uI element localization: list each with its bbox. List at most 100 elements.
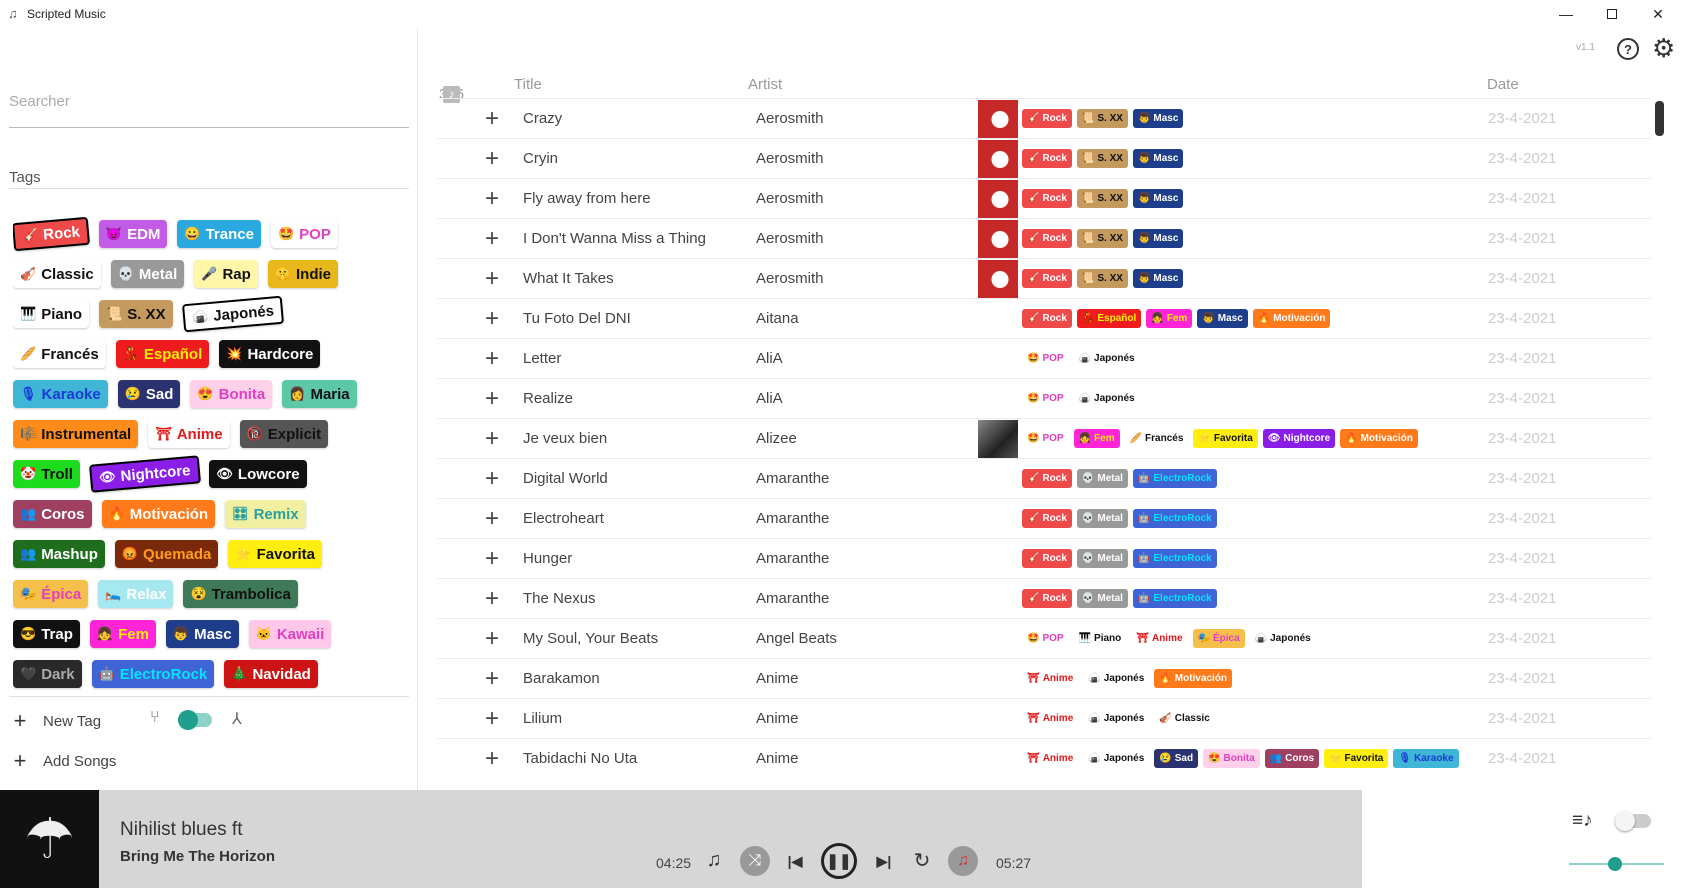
tag-chip[interactable]: 🤖 ElectroRock — [91, 660, 215, 688]
lyrics-icon[interactable]: ♫ — [703, 848, 725, 872]
song-row[interactable]: + Digital World Amaranthe 23-4-2021 🎸 Rock 💀 Me… — [438, 458, 1651, 498]
song-row[interactable]: + Barakamon Anime 23-4-2021 ⛩ Anime 🍙 Japonés 🔥 M… — [438, 658, 1651, 698]
song-tag-chip[interactable]: 🎸 Rock — [1022, 309, 1072, 328]
tag-chip[interactable]: 🎼 Instrumental — [13, 420, 139, 448]
song-tag-chip[interactable]: 🔥 Motivación — [1154, 669, 1232, 688]
tag-chip[interactable]: 🖤 Dark — [13, 660, 82, 688]
tag-chip[interactable]: ⭐ Favorita — [228, 540, 322, 568]
add-songs-button[interactable]: + Add Songs — [11, 748, 117, 774]
add-to-queue-button[interactable]: + — [485, 265, 499, 293]
tag-chip[interactable]: 👦 Masc — [165, 620, 239, 648]
song-tag-chip[interactable]: 🎸 Rock — [1022, 269, 1072, 288]
repeat-button[interactable]: ↻ — [910, 848, 934, 872]
song-tag-chip[interactable]: 🤩 POP — [1022, 349, 1069, 368]
tag-chip[interactable]: 😈 EDM — [98, 220, 168, 248]
song-tag-chip[interactable]: 👦 Masc — [1132, 149, 1184, 168]
volume-slider[interactable] — [1569, 857, 1664, 871]
song-tag-chip[interactable]: 📜 S. XX — [1076, 109, 1128, 128]
song-tag-chip[interactable]: 💀 Metal — [1076, 549, 1128, 568]
tag-chip[interactable]: 🤡 Troll — [13, 460, 80, 488]
tag-chip[interactable]: 😀 Trance — [177, 220, 261, 248]
song-tag-chip[interactable]: ⛩ Anime — [1022, 669, 1079, 688]
song-tag-chip[interactable]: 💀 Metal — [1076, 589, 1128, 608]
song-row[interactable]: + Tabidachi No Uta Anime 23-4-2021 ⛩ Anime 🍙 Ja… — [438, 738, 1651, 778]
song-row[interactable]: + Fly away from here Aerosmith 23-4-2021 🎸 Ro… — [438, 178, 1651, 219]
song-tag-chip[interactable]: 🍙 Japonés — [1249, 629, 1316, 648]
tag-chip[interactable]: 👥 Coros — [13, 500, 92, 528]
song-tag-chip[interactable]: 🎭 Épica — [1192, 629, 1245, 648]
tag-chip[interactable]: 😍 Bonita — [190, 380, 273, 408]
tag-chip[interactable]: 🔞 Explicit — [239, 420, 329, 448]
add-to-queue-button[interactable]: + — [485, 305, 499, 333]
song-tag-chip[interactable]: 👦 Masc — [1197, 309, 1248, 328]
new-tag-button[interactable]: + New Tag — [11, 708, 102, 734]
song-tag-chip[interactable]: 👦 Masc — [1132, 269, 1184, 288]
song-row[interactable]: + Cryin Aerosmith 23-4-2021 🎸 Rock 📜 S. XX 👦 Masc — [438, 138, 1651, 179]
song-tag-chip[interactable]: 👦 Masc — [1132, 109, 1184, 128]
tag-chip[interactable]: 😵 Trambolica — [183, 580, 298, 608]
column-date[interactable]: Date — [1487, 76, 1519, 93]
queue-icon[interactable]: ≡♪ — [1572, 810, 1593, 832]
tag-chip[interactable]: 👩 Maria — [282, 380, 357, 408]
song-tag-chip[interactable]: 🥖 Francés — [1124, 429, 1189, 448]
song-tag-chip[interactable]: 🎸 Rock — [1022, 229, 1072, 248]
tag-chip[interactable]: 💀 Metal — [110, 260, 185, 288]
tag-chip[interactable]: 💃 Español — [115, 340, 210, 368]
song-tag-chip[interactable]: 🎸 Rock — [1022, 509, 1072, 528]
song-row[interactable]: + Electroheart Amaranthe 23-4-2021 🎸 Rock 💀 Met… — [438, 498, 1651, 538]
tag-chip[interactable]: 🔥 Motivación — [101, 500, 216, 528]
tag-chip[interactable]: 🥖 Francés — [13, 340, 106, 368]
song-tag-chip[interactable]: ⭐ Favorita — [1324, 749, 1389, 768]
pause-button[interactable]: ❚❚ — [821, 843, 857, 879]
tag-chip[interactable]: 😡 Quemada — [114, 540, 219, 568]
song-tag-chip[interactable]: 🤩 POP — [1022, 429, 1069, 448]
song-tag-chip[interactable]: 🎸 Rock — [1022, 189, 1072, 208]
next-button[interactable]: ▶| — [873, 850, 895, 872]
add-to-queue-button[interactable]: + — [485, 185, 499, 213]
song-tag-chip[interactable]: 🤩 POP — [1022, 389, 1069, 408]
song-tag-chip[interactable]: 🤩 POP — [1022, 629, 1069, 648]
tag-chip[interactable]: ⛩ Anime — [148, 420, 230, 448]
tag-chip[interactable]: 🤩 POP — [270, 220, 338, 248]
add-to-queue-button[interactable]: + — [485, 425, 499, 453]
add-to-queue-button[interactable]: + — [485, 145, 499, 173]
tag-chip[interactable]: 🎹 Piano — [13, 300, 90, 328]
column-artist[interactable]: Artist — [748, 76, 782, 93]
song-row[interactable]: + Lilium Anime 23-4-2021 ⛩ Anime 🍙 Japonés 🎻 Clas… — [438, 698, 1651, 738]
song-tag-chip[interactable]: 👧 Fem — [1073, 429, 1120, 448]
maximize-button[interactable] — [1589, 0, 1635, 28]
add-to-queue-button[interactable]: + — [485, 585, 499, 613]
song-tag-chip[interactable]: 🍙 Japonés — [1073, 349, 1140, 368]
song-tag-chip[interactable]: ⛩ Anime — [1022, 709, 1079, 728]
song-tag-chip[interactable]: 🎸 Rock — [1022, 589, 1072, 608]
song-tag-chip[interactable]: 🍙 Japonés — [1073, 389, 1140, 408]
add-to-queue-button[interactable]: + — [485, 385, 499, 413]
tag-chip[interactable]: 🎄 Navidad — [224, 660, 318, 688]
tag-chip[interactable]: 👧 Fem — [89, 620, 156, 648]
song-tag-chip[interactable]: 📜 S. XX — [1076, 269, 1128, 288]
song-tag-chip[interactable]: 🎙 Karaoke — [1393, 749, 1459, 768]
song-tag-chip[interactable]: 💀 Metal — [1076, 509, 1128, 528]
song-tag-chip[interactable]: 📜 S. XX — [1076, 229, 1128, 248]
volume-knob[interactable] — [1607, 857, 1622, 871]
add-to-queue-button[interactable]: + — [485, 465, 499, 493]
song-row[interactable]: + What It Takes Aerosmith 23-4-2021 🎸 Rock 📜 S.… — [438, 258, 1651, 299]
favorite-toggle-button[interactable]: ♫ — [948, 846, 978, 876]
song-tag-chip[interactable]: 🎸 Rock — [1022, 109, 1072, 128]
song-tag-chip[interactable]: 👥 Coros — [1264, 749, 1320, 768]
song-tag-chip[interactable]: 🤖 ElectroRock — [1132, 589, 1217, 608]
song-tag-chip[interactable]: ⭐ Favorita — [1193, 429, 1258, 448]
song-tag-chip[interactable]: 💃 Español — [1076, 309, 1142, 328]
tag-chip[interactable]: 🎸 Rock — [13, 216, 90, 252]
song-tag-chip[interactable]: 👦 Masc — [1132, 229, 1184, 248]
tag-chip[interactable]: 🎙 Karaoke — [13, 380, 108, 408]
tag-chip[interactable]: 🎤 Rap — [194, 260, 258, 288]
add-to-queue-button[interactable]: + — [485, 705, 499, 733]
song-tag-chip[interactable]: ⛩ Anime — [1131, 629, 1188, 648]
song-row[interactable]: + Tu Foto Del DNI Aitana 23-4-2021 🎸 Rock 💃 Esp… — [438, 298, 1651, 338]
add-to-queue-button[interactable]: + — [485, 225, 499, 253]
song-row[interactable]: + Hunger Amaranthe 23-4-2021 🎸 Rock 💀 Metal 🤖 Ele… — [438, 538, 1651, 578]
song-tag-chip[interactable]: 🎸 Rock — [1022, 469, 1072, 488]
previous-button[interactable]: |◀ — [784, 850, 806, 872]
song-row[interactable]: + I Don't Wanna Miss a Thing Aerosmith 23-4… — [438, 218, 1651, 259]
